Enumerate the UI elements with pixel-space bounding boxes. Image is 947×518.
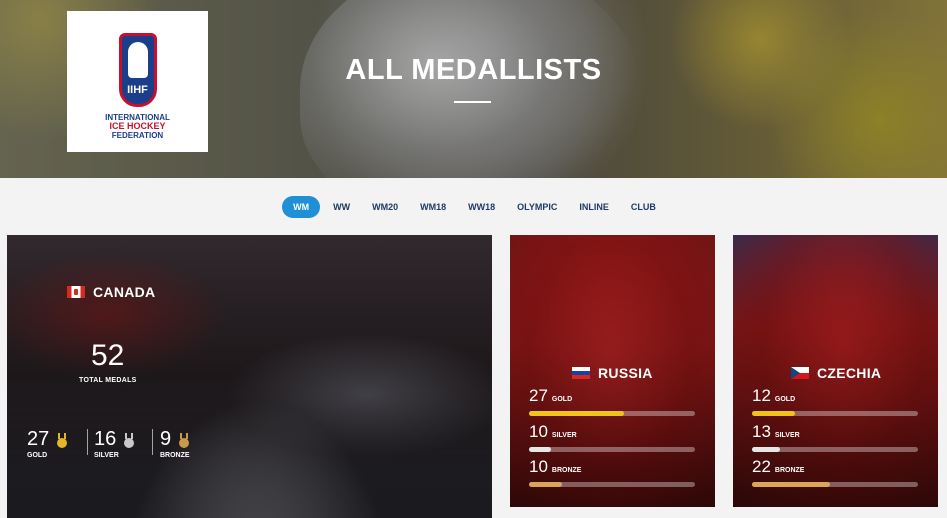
gold-stat: 27 GOLD: [529, 386, 699, 406]
russia-flag-icon: [572, 367, 590, 379]
bronze-bar-fill: [752, 482, 831, 487]
tab-bar: WM WW WM20 WM18 WW18 OLYMPIC INLINE CLUB: [0, 196, 947, 218]
silver-stat: 13 SILVER: [752, 422, 922, 442]
country-name: CANADA: [93, 284, 156, 300]
bronze-bar: [529, 482, 695, 487]
logo-line-3: FEDERATION: [111, 131, 164, 140]
silver-stat: 10 SILVER: [529, 422, 699, 442]
tab-ww18[interactable]: WW18: [459, 196, 504, 218]
gold-bar-fill: [529, 411, 624, 416]
bronze-count: 22: [752, 457, 771, 476]
bronze-count: 9: [160, 428, 172, 450]
tab-wm18[interactable]: WM18: [411, 196, 455, 218]
silver-bar: [752, 447, 918, 452]
gold-stat: 12 GOLD: [752, 386, 922, 406]
silver-count: 16: [94, 428, 117, 450]
country-name: CZECHIA: [817, 365, 882, 381]
gold-count: 27: [27, 428, 50, 450]
tab-club[interactable]: CLUB: [622, 196, 665, 218]
silver-bar-fill: [752, 447, 781, 452]
country-heading: RUSSIA: [572, 365, 653, 381]
bronze-stat: 10 BRONZE: [529, 457, 699, 477]
bronze-bar-fill: [529, 482, 563, 487]
tab-wm[interactable]: WM: [282, 196, 321, 218]
total-medals-label: TOTAL MEDALS: [79, 377, 137, 384]
medallist-card-canada[interactable]: CANADA 52 TOTAL MEDALS 27 GOLD 16 SILVER…: [7, 235, 492, 518]
title-divider: [454, 101, 491, 103]
gold-label: GOLD: [551, 396, 573, 403]
bronze-label: BRONZE: [160, 452, 190, 459]
country-heading: CZECHIA: [791, 365, 881, 381]
silver-label: SILVER: [551, 432, 577, 439]
bronze-count: 10: [529, 457, 548, 476]
logo-line-2: ICE HOCKEY: [109, 121, 166, 131]
bronze-stat: 22 BRONZE: [752, 457, 922, 477]
hero-banner: IIHF INTERNATIONAL ICE HOCKEY FEDERATION…: [0, 0, 947, 178]
silver-bar-fill: [529, 447, 551, 452]
bronze-bar: [752, 482, 918, 487]
tab-inline[interactable]: INLINE: [570, 196, 618, 218]
logo-text: INTERNATIONAL ICE HOCKEY FEDERATION: [105, 113, 170, 140]
tab-wm20[interactable]: WM20: [363, 196, 407, 218]
gold-bar-fill: [752, 411, 796, 416]
gold-label: GOLD: [27, 452, 48, 459]
silver-count: 10: [529, 422, 548, 441]
country-heading: CANADA: [67, 284, 155, 300]
czechia-flag-icon: [791, 367, 809, 379]
gold-medal-icon: [57, 433, 67, 448]
gold-bar: [529, 411, 695, 416]
total-medals-value: 52: [91, 339, 125, 372]
medallist-card-russia[interactable]: RUSSIA 27 GOLD 10 SILVER 10 BRONZE: [510, 235, 715, 507]
bronze-label: BRONZE: [774, 467, 805, 474]
silver-count: 13: [752, 422, 771, 441]
page-title: ALL MEDALLISTS: [345, 54, 602, 86]
tab-olympic[interactable]: OLYMPIC: [508, 196, 566, 218]
gold-count: 27: [529, 386, 548, 405]
medallist-card-czechia[interactable]: CZECHIA 12 GOLD 13 SILVER 22 BRONZE: [733, 235, 938, 507]
silver-medal-icon: [124, 433, 134, 448]
silver-label: SILVER: [774, 432, 800, 439]
country-name: RUSSIA: [598, 365, 653, 381]
tab-ww[interactable]: WW: [324, 196, 359, 218]
silver-label: SILVER: [94, 452, 119, 459]
gold-label: GOLD: [774, 396, 796, 403]
gold-count: 12: [752, 386, 771, 405]
bronze-label: BRONZE: [551, 467, 582, 474]
canada-flag-icon: [67, 286, 85, 298]
silver-bar: [529, 447, 695, 452]
gold-bar: [752, 411, 918, 416]
bronze-medal-icon: [179, 433, 189, 448]
